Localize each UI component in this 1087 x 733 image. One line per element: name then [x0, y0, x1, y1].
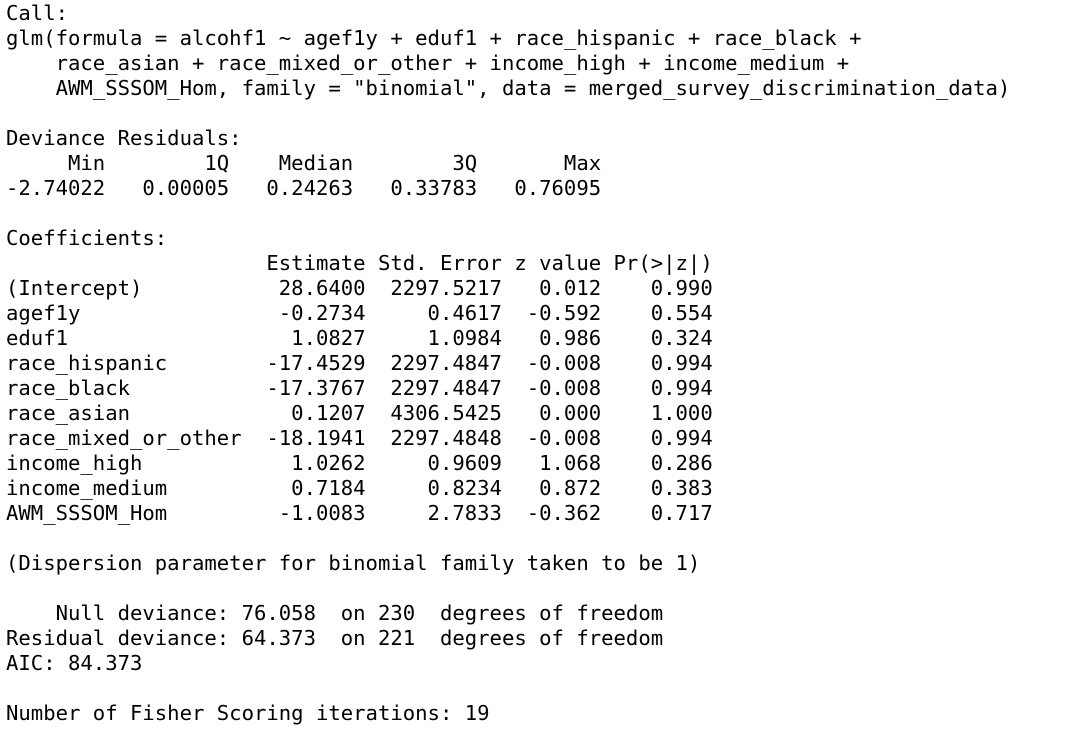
null-deviance-line: Null deviance: 76.058 on 230 degrees of … — [6, 601, 664, 625]
deviance-residuals-values: -2.74022 0.00005 0.24263 0.33783 0.76095 — [6, 176, 626, 200]
coefficients-column-headers: Estimate Std. Error z value Pr(>|z|) — [6, 251, 713, 275]
coefficient-row: race_mixed_or_other -18.1941 2297.4848 -… — [6, 426, 713, 450]
dispersion-note: (Dispersion parameter for binomial famil… — [6, 551, 701, 575]
coefficient-row: race_hispanic -17.4529 2297.4847 -0.008 … — [6, 351, 713, 375]
coefficient-row: agef1y -0.2734 0.4617 -0.592 0.554 — [6, 301, 713, 325]
call-formula-line: race_asian + race_mixed_or_other + incom… — [6, 51, 862, 75]
coefficient-row: AWM_SSSOM_Hom -1.0083 2.7833 -0.362 0.71… — [6, 501, 713, 525]
coefficient-row: eduf1 1.0827 1.0984 0.986 0.324 — [6, 326, 713, 350]
residual-deviance-line: Residual deviance: 64.373 on 221 degrees… — [6, 626, 664, 650]
deviance-residuals-labels: Min 1Q Median 3Q Max — [6, 151, 626, 175]
call-formula-line: glm(formula = alcohf1 ~ agef1y + eduf1 +… — [6, 26, 874, 50]
coefficient-row: income_high 1.0262 0.9609 1.068 0.286 — [6, 451, 713, 475]
coefficient-row: (Intercept) 28.6400 2297.5217 0.012 0.99… — [6, 276, 713, 300]
coefficient-row: income_medium 0.7184 0.8234 0.872 0.383 — [6, 476, 713, 500]
coefficients-header: Coefficients: — [6, 226, 168, 250]
call-formula-line: AWM_SSSOM_Hom, family = "binomial", data… — [6, 76, 1011, 100]
coefficient-row: race_black -17.3767 2297.4847 -0.008 0.9… — [6, 376, 713, 400]
deviance-residuals-header: Deviance Residuals: — [6, 126, 254, 150]
coefficient-row: race_asian 0.1207 4306.5425 0.000 1.000 — [6, 401, 713, 425]
fisher-iterations-line: Number of Fisher Scoring iterations: 19 — [6, 701, 490, 725]
call-header: Call: — [6, 1, 68, 25]
aic-line: AIC: 84.373 — [6, 651, 143, 675]
r-console-output: Call: glm(formula = alcohf1 ~ agef1y + e… — [0, 0, 1087, 733]
